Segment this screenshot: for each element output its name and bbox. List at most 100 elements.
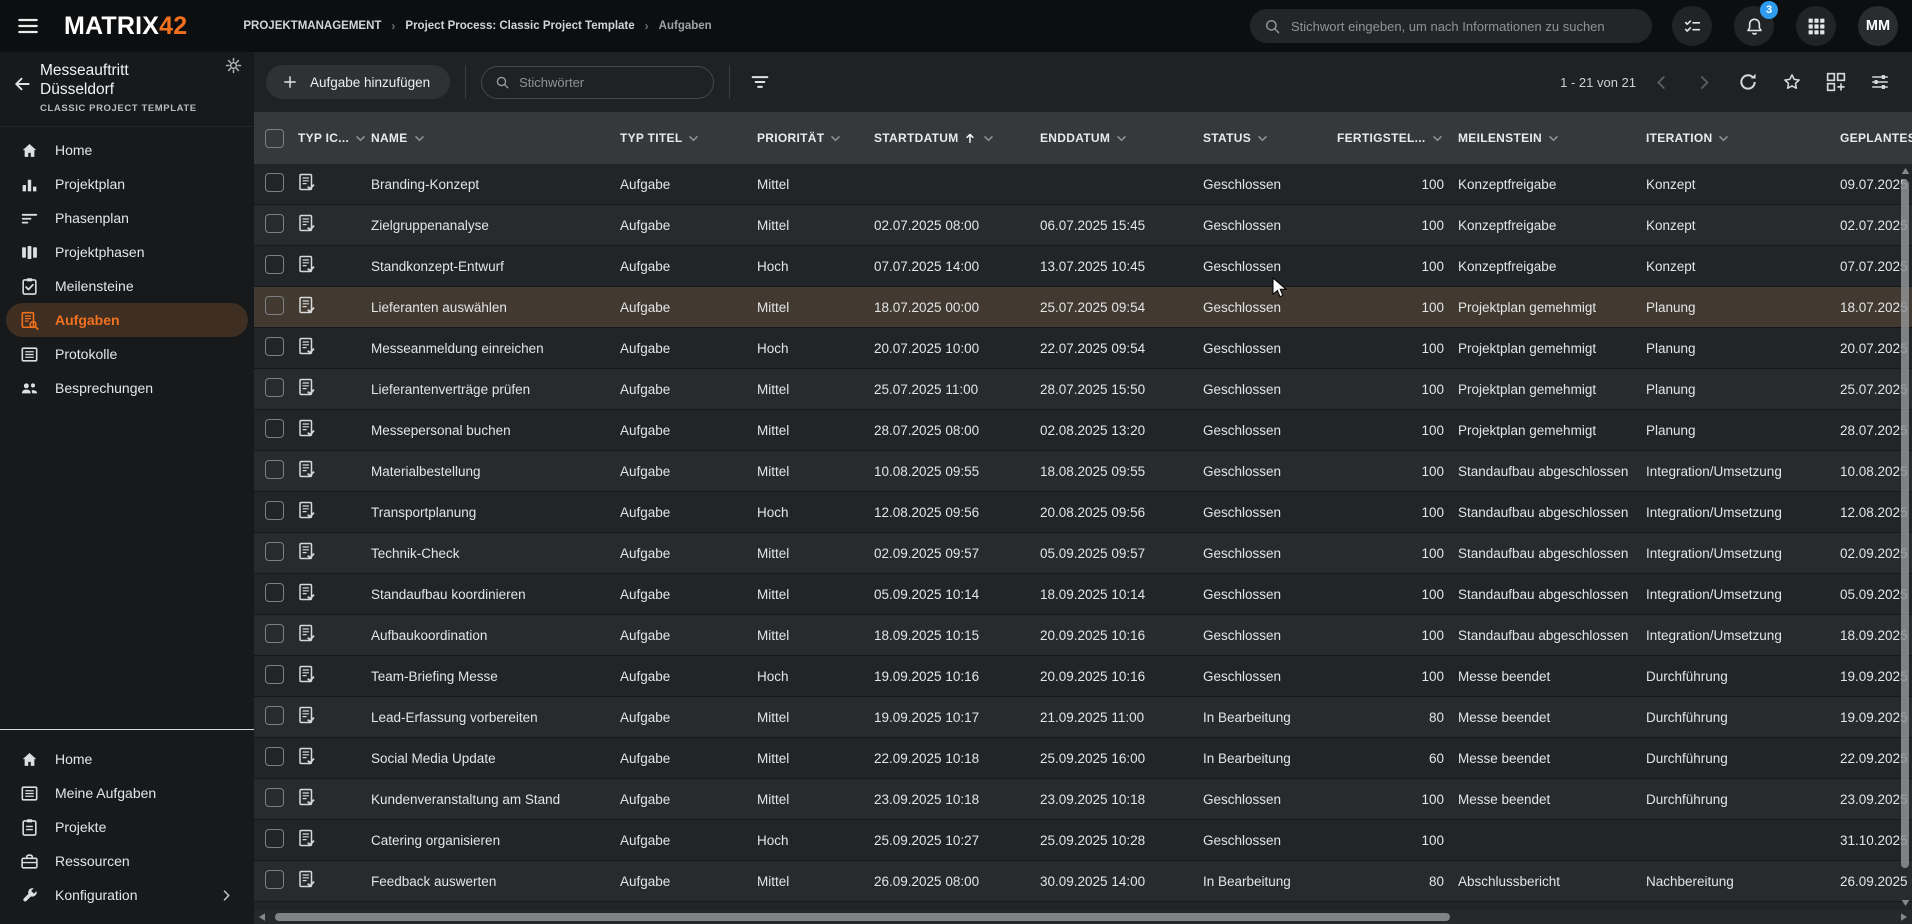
- breadcrumb-item[interactable]: PROJEKTMANAGEMENT: [243, 20, 381, 32]
- chevron-down-icon[interactable]: [1255, 131, 1270, 146]
- select-all-checkbox[interactable]: [265, 129, 284, 148]
- row-checkbox[interactable]: [265, 583, 284, 602]
- filter-icon[interactable]: [749, 71, 771, 93]
- chevron-down-icon[interactable]: [1716, 131, 1731, 146]
- scroll-right-icon[interactable]: [1899, 912, 1909, 922]
- chevron-down-icon[interactable]: [412, 131, 427, 146]
- row-checkbox[interactable]: [265, 747, 284, 766]
- column-settings-icon[interactable]: [1870, 72, 1890, 92]
- chevron-down-icon[interactable]: [1546, 131, 1561, 146]
- table-row[interactable]: Messepersonal buchenAufgabeMittel28.07.2…: [254, 410, 1912, 451]
- sidebar-item-projektphasen[interactable]: Projektphasen: [6, 235, 248, 269]
- column-header-fertigstel-[interactable]: FERTIGSTEL...: [1337, 131, 1458, 146]
- row-checkbox[interactable]: [265, 337, 284, 356]
- menu-icon[interactable]: [16, 14, 40, 38]
- sidebar-item-home[interactable]: Home: [6, 133, 248, 167]
- table-row[interactable]: TransportplanungAufgabeHoch12.08.2025 09…: [254, 492, 1912, 533]
- horizontal-scrollbar[interactable]: [254, 910, 1912, 924]
- table-row[interactable]: Lieferantenverträge prüfenAufgabeMittel2…: [254, 369, 1912, 410]
- app-grid-button[interactable]: [1796, 6, 1836, 46]
- table-row[interactable]: MaterialbestellungAufgabeMittel10.08.202…: [254, 451, 1912, 492]
- row-checkbox[interactable]: [265, 706, 284, 725]
- column-header-status[interactable]: STATUS: [1203, 131, 1337, 146]
- sidebar-item-home[interactable]: Home: [6, 742, 248, 776]
- favorite-star-icon[interactable]: [1782, 72, 1802, 92]
- sidebar-item-phasenplan[interactable]: Phasenplan: [6, 201, 248, 235]
- sidebar-item-protokolle[interactable]: Protokolle: [6, 337, 248, 371]
- row-checkbox[interactable]: [265, 624, 284, 643]
- table-row[interactable]: Kundenveranstaltung am StandAufgabeMitte…: [254, 779, 1912, 820]
- column-header-meilenstein[interactable]: MEILENSTEIN: [1458, 131, 1646, 146]
- row-checkbox[interactable]: [265, 501, 284, 520]
- add-task-button[interactable]: Aufgabe hinzufügen: [266, 65, 450, 99]
- chevron-down-icon[interactable]: [686, 131, 701, 146]
- sidebar-item-meilensteine[interactable]: Meilensteine: [6, 269, 248, 303]
- chevron-down-icon[interactable]: [981, 131, 996, 146]
- sidebar-item-meine-aufgaben[interactable]: Meine Aufgaben: [6, 776, 248, 810]
- table-row[interactable]: Technik-CheckAufgabeMittel02.09.2025 09:…: [254, 533, 1912, 574]
- column-header-startdatum[interactable]: STARTDATUM: [874, 131, 1040, 146]
- chevron-down-icon[interactable]: [828, 131, 843, 146]
- sidebar-item-ressourcen[interactable]: Ressourcen: [6, 844, 248, 878]
- column-header-geplantes[interactable]: GEPLANTES: [1840, 131, 1912, 145]
- row-checkbox[interactable]: [265, 829, 284, 848]
- chevron-down-icon[interactable]: [1430, 131, 1445, 146]
- back-arrow-icon[interactable]: [12, 74, 32, 94]
- notifications-button[interactable]: 3: [1734, 6, 1774, 46]
- table-row[interactable]: Catering organisierenAufgabeHoch25.09.20…: [254, 820, 1912, 861]
- row-checkbox[interactable]: [265, 870, 284, 889]
- vertical-scrollbar-thumb[interactable]: [1901, 180, 1909, 868]
- row-checkbox[interactable]: [265, 542, 284, 561]
- horizontal-scrollbar-thumb[interactable]: [275, 913, 1450, 921]
- row-checkbox[interactable]: [265, 378, 284, 397]
- table-row[interactable]: Branding-KonzeptAufgabeMittelGeschlossen…: [254, 164, 1912, 205]
- breadcrumb-item[interactable]: Aufgaben: [659, 20, 712, 32]
- column-header-priorität[interactable]: PRIORITÄT: [757, 131, 874, 146]
- table-row[interactable]: Lieferanten auswählenAufgabeMittel18.07.…: [254, 287, 1912, 328]
- row-checkbox[interactable]: [265, 419, 284, 438]
- row-checkbox[interactable]: [265, 296, 284, 315]
- keyword-search-input[interactable]: [519, 75, 700, 90]
- chevron-down-icon[interactable]: [353, 131, 368, 146]
- page-previous-icon[interactable]: [1652, 73, 1671, 92]
- sidebar-item-aufgaben[interactable]: Aufgaben: [6, 303, 248, 337]
- row-checkbox[interactable]: [265, 173, 284, 192]
- row-checkbox[interactable]: [265, 460, 284, 479]
- gear-icon[interactable]: [225, 57, 242, 74]
- column-header-iteration[interactable]: ITERATION: [1646, 131, 1840, 146]
- breadcrumb-item[interactable]: Project Process: Classic Project Templat…: [405, 20, 634, 32]
- sidebar-item-projektplan[interactable]: Projektplan: [6, 167, 248, 201]
- table-row[interactable]: Standkonzept-EntwurfAufgabeHoch07.07.202…: [254, 246, 1912, 287]
- table-row[interactable]: ZielgruppenanalyseAufgabeMittel02.07.202…: [254, 205, 1912, 246]
- table-row[interactable]: Lead-Erfassung vorbereitenAufgabeMittel1…: [254, 697, 1912, 738]
- table-row[interactable]: Standaufbau koordinierenAufgabeMittel05.…: [254, 574, 1912, 615]
- table-row[interactable]: Feedback auswertenAufgabeMittel26.09.202…: [254, 861, 1912, 902]
- scroll-left-icon[interactable]: [257, 912, 267, 922]
- sidebar-item-konfiguration[interactable]: Konfiguration: [6, 878, 248, 912]
- column-header-enddatum[interactable]: ENDDATUM: [1040, 131, 1203, 146]
- table-row[interactable]: Messeanmeldung einreichenAufgabeHoch20.0…: [254, 328, 1912, 369]
- column-header-name[interactable]: NAME: [371, 131, 620, 146]
- chevron-down-icon[interactable]: [1114, 131, 1129, 146]
- sidebar-item-projekte[interactable]: Projekte: [6, 810, 248, 844]
- scroll-down-icon[interactable]: [1900, 898, 1911, 908]
- keyword-search[interactable]: [481, 66, 714, 99]
- refresh-icon[interactable]: [1738, 72, 1758, 92]
- vertical-scrollbar[interactable]: [1900, 164, 1911, 908]
- table-row[interactable]: AufbaukoordinationAufgabeMittel18.09.202…: [254, 615, 1912, 656]
- table-row[interactable]: Social Media UpdateAufgabeMittel22.09.20…: [254, 738, 1912, 779]
- multi-check-button[interactable]: [1672, 6, 1712, 46]
- scroll-up-icon[interactable]: [1900, 166, 1911, 176]
- row-checkbox[interactable]: [265, 255, 284, 274]
- row-checkbox[interactable]: [265, 665, 284, 684]
- column-header-typ-ic-[interactable]: TYP IC...: [298, 131, 371, 146]
- global-search-input[interactable]: [1291, 19, 1638, 34]
- add-widget-icon[interactable]: [1826, 72, 1846, 92]
- table-row[interactable]: Team-Briefing MesseAufgabeHoch19.09.2025…: [254, 656, 1912, 697]
- row-checkbox[interactable]: [265, 788, 284, 807]
- global-search[interactable]: [1250, 9, 1652, 43]
- row-checkbox[interactable]: [265, 214, 284, 233]
- column-header-typ-titel[interactable]: TYP TITEL: [620, 131, 757, 146]
- sidebar-item-besprechungen[interactable]: Besprechungen: [6, 371, 248, 405]
- user-avatar[interactable]: MM: [1858, 6, 1898, 46]
